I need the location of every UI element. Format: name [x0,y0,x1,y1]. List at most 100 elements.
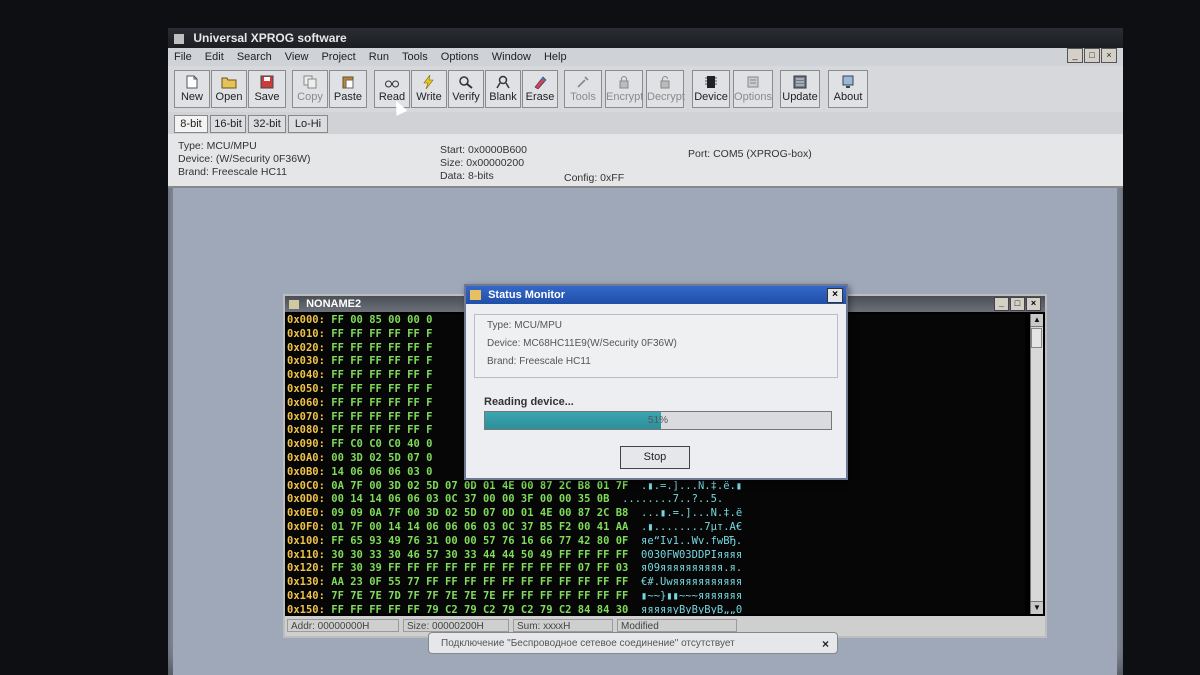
update-icon [793,75,807,89]
scroll-thumb[interactable] [1031,328,1042,348]
erase-button[interactable]: Erase [522,70,558,108]
maximize-button[interactable]: □ [1084,48,1100,63]
hex-row-bytes: FF 65 93 49 76 31 00 00 57 76 16 66 77 4… [331,534,629,547]
open-button[interactable]: Open [211,70,247,108]
save-button[interactable]: Save [248,70,286,108]
hex-row-bytes: FF FF FF FF FF F [331,382,433,395]
update-button[interactable]: Update [780,70,820,108]
decrypt-button[interactable]: Decrypt [646,70,685,108]
hex-row-bytes: 30 30 33 30 46 57 30 33 44 44 50 49 FF F… [331,548,629,561]
menu-project[interactable]: Project [321,51,355,63]
hex-row-address: 0x0D0: [287,493,325,506]
notification-text: Подключение "Беспроводное сетевое соедин… [441,638,735,649]
menu-window[interactable]: Window [492,51,531,63]
hex-row-address: 0x0B0: [287,465,325,478]
hex-row-bytes: FF FF FF FF FF F [331,341,433,354]
menu-edit[interactable]: Edit [205,51,224,63]
info-device: Device: (W/Security 0F36W) [178,153,311,165]
dialog-device: Device: MC68HC11E9(W/Security 0F36W) [487,338,677,349]
info-brand: Brand: Freescale HC11 [178,166,287,178]
device-button[interactable]: Device [692,70,730,108]
status-monitor-icon [470,290,481,301]
hex-row-ascii: ...▮.=.]...N.‡.ё [641,507,743,520]
verify-button[interactable]: Verify [448,70,484,108]
hex-row-address: 0x050: [287,382,325,395]
hex-row-bytes: 01 7F 00 14 14 06 06 06 03 0C 37 B5 F2 0… [331,520,629,533]
dialog-type: Type: MCU/MPU [487,320,563,331]
verify-magnifier-icon [459,76,473,89]
write-button[interactable]: Write [411,70,447,108]
scroll-up-arrow-icon[interactable]: ▲ [1031,314,1043,327]
lo-hi-button[interactable]: Lo-Hi [288,115,328,133]
menu-run[interactable]: Run [369,51,389,63]
blank-button[interactable]: Blank [485,70,521,108]
hex-row-address: 0x070: [287,410,325,423]
bit-mode-bar: 8-bit 16-bit 32-bit Lo-Hi [168,112,1123,135]
hex-row: 0x0E0: 09 09 0A 7F 00 3D 02 5D 07 0D 01 … [287,507,1025,521]
hex-row-address: 0x040: [287,369,325,382]
erase-icon [534,76,547,89]
verify-label: Verify [452,91,480,103]
hex-row: 0x140: 7F 7E 7E 7D 7F 7F 7E 7E 7E FF FF … [287,590,1025,604]
tools-label: Tools [570,91,596,103]
hex-row-address: 0x0F0: [287,520,325,533]
network-notification[interactable]: Подключение "Беспроводное сетевое соедин… [428,632,838,654]
hex-row-bytes: FF FF FF FF FF F [331,355,433,368]
menu-options[interactable]: Options [441,51,479,63]
hex-vertical-scrollbar[interactable]: ▲ ▼ [1030,314,1043,614]
hex-row-ascii: .▮.=.]...N.‡.ё.▮ [641,479,743,492]
info-type: Type: MCU/MPU [178,140,257,152]
status-addr: Addr: 00000000H [287,619,399,632]
hex-row-address: 0x090: [287,438,325,451]
minimize-button[interactable]: _ [1067,48,1083,63]
paste-icon [342,76,354,89]
hex-row-ascii: яяяяяyВyВyВyВ„„0 [641,603,743,614]
status-sum: Sum: xxxxH [513,619,613,632]
blank-check-icon [496,75,510,89]
options-label: Options [734,91,772,103]
paste-button[interactable]: Paste [329,70,367,108]
child-maximize-button[interactable]: □ [1010,297,1025,311]
hex-row-bytes: FF FF FF FF FF F [331,327,433,340]
menu-view[interactable]: View [285,51,309,63]
copy-button[interactable]: Copy [292,70,328,108]
menu-tools[interactable]: Tools [402,51,428,63]
hex-row-bytes: 7F 7E 7E 7D 7F 7F 7E 7E 7E FF FF FF FF F… [331,589,629,602]
new-label: New [180,91,203,103]
bit-32-button[interactable]: 32-bit [248,115,286,133]
menu-search[interactable]: Search [237,51,272,63]
hex-editor-title: NONAME2 [306,298,362,310]
bit-8-button[interactable]: 8-bit [174,115,208,133]
options-icon [747,76,759,88]
hex-row-ascii: 0030FW03DDPIяяяя [641,548,743,561]
scroll-down-arrow-icon[interactable]: ▼ [1031,601,1043,614]
hex-row: 0x130: AA 23 0F 55 77 FF FF FF FF FF FF … [287,576,1025,590]
about-button[interactable]: About [828,70,868,108]
hex-row-address: 0x150: [287,603,325,614]
notification-close-icon[interactable]: × [822,633,829,653]
status-monitor-titlebar[interactable]: Status Monitor × [466,286,846,304]
menu-help[interactable]: Help [544,51,567,63]
hex-row-address: 0x0A0: [287,451,325,464]
encrypt-button[interactable]: Encrypt [605,70,643,108]
encrypt-label: Encrypt [606,91,644,103]
hex-row-ascii: ▮~~}▮▮~~~яяяяяяя [641,589,743,602]
close-button[interactable]: × [1101,48,1117,63]
tools-button[interactable]: Tools [564,70,602,108]
about-label: About [833,91,863,103]
lock-icon [619,76,629,89]
child-close-button[interactable]: × [1026,297,1041,311]
reading-progress-bar: 51% [484,411,832,430]
options-button[interactable]: Options [733,70,773,108]
hex-row-address: 0x0E0: [287,507,325,520]
hex-row: 0x150: FF FF FF FF FF 79 C2 79 C2 79 C2 … [287,604,1025,614]
hex-row-bytes: FF FF FF FF FF F [331,410,433,423]
write-label: Write [416,91,442,103]
stop-button[interactable]: Stop [620,446,690,469]
new-button[interactable]: New [174,70,210,108]
child-minimize-button[interactable]: _ [994,297,1009,311]
copy-label: Copy [297,91,323,103]
menu-file[interactable]: File [174,51,192,63]
bit-16-button[interactable]: 16-bit [210,115,246,133]
dialog-close-button[interactable]: × [827,288,843,303]
